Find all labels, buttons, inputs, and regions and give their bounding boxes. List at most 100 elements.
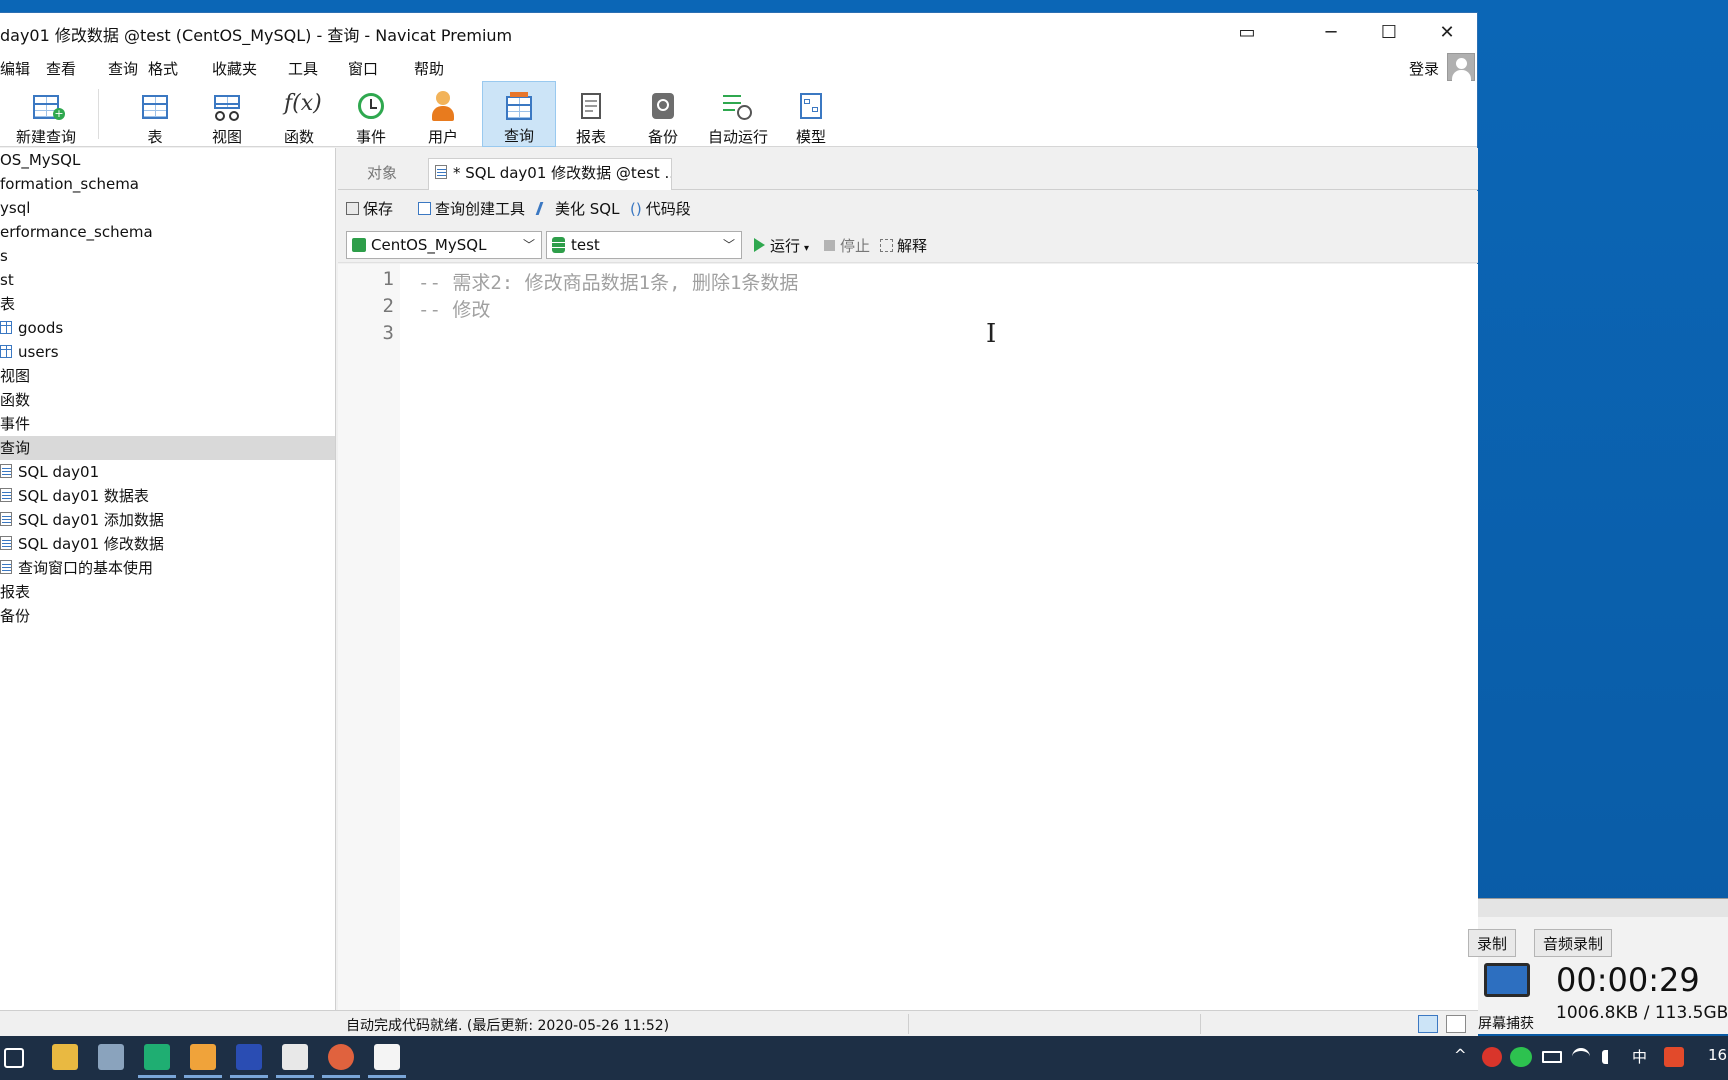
typora-app-icon[interactable] xyxy=(368,1044,406,1078)
tool-user[interactable]: 用户 xyxy=(410,81,476,147)
nav-folder-backups[interactable]: 备份 xyxy=(0,604,335,628)
menu-edit[interactable]: 编辑 xyxy=(0,58,30,79)
run-button[interactable]: 运行 ▾ xyxy=(754,235,809,256)
avatar[interactable] xyxy=(1447,53,1475,81)
nav-table-goods[interactable]: goods xyxy=(0,316,335,340)
record-tray-icon[interactable] xyxy=(1482,1047,1502,1067)
save-button[interactable]: 保存 xyxy=(346,198,393,219)
nav-table-users[interactable]: users xyxy=(0,340,335,364)
nav-item-label: goods xyxy=(18,319,64,337)
close-button[interactable]: ✕ xyxy=(1418,13,1476,51)
file-explorer-icon[interactable] xyxy=(52,1044,78,1070)
object-navigator: OS_MySQL formation_schema ysql erformanc… xyxy=(0,148,336,1023)
nav-folder-views[interactable]: 视图 xyxy=(0,364,335,388)
recording-time: 00:00:29 xyxy=(1556,961,1700,999)
recycle-icon[interactable] xyxy=(98,1044,124,1070)
tool-backup[interactable]: 备份 xyxy=(630,81,696,147)
menu-favorites[interactable]: 收藏夹 xyxy=(212,58,257,79)
nav-query-day01[interactable]: SQL day01 xyxy=(0,460,335,484)
sql-editor[interactable]: 1 2 3 -- 需求2: 修改商品数据1条, 删除1条数据 -- 修改 I xyxy=(338,264,1478,1021)
nav-query-basics[interactable]: 查询窗口的基本使用 xyxy=(0,556,335,580)
chevron-down-icon[interactable]: ▾ xyxy=(804,243,809,254)
nav-db-information-schema[interactable]: formation_schema xyxy=(0,172,335,196)
sogou-ime-icon[interactable] xyxy=(1664,1047,1684,1067)
run-label: 运行 xyxy=(770,237,801,255)
tool-view[interactable]: 视图 xyxy=(194,81,260,147)
navicat-app-icon[interactable] xyxy=(322,1044,360,1078)
nav-folder-tables[interactable]: 表 xyxy=(0,292,335,316)
text-cursor-icon: I xyxy=(986,319,997,349)
battery-icon[interactable] xyxy=(1542,1051,1562,1063)
query-toolbar: 保存 查询创建工具 美化 SQL () 代码段 xyxy=(338,191,1478,223)
tab-query[interactable]: * SQL day01 修改数据 @test ... xyxy=(428,158,672,190)
menu-format[interactable]: 格式 xyxy=(148,58,178,79)
recorder-top-bar[interactable] xyxy=(1478,899,1728,917)
layout-left-panel-icon[interactable] xyxy=(1418,1015,1438,1033)
connection-value: CentOS_MySQL xyxy=(371,236,487,254)
tool-model[interactable]: 模型 xyxy=(778,81,844,147)
nav-connection[interactable]: OS_MySQL xyxy=(0,148,335,172)
tool-query[interactable]: 查询 xyxy=(482,81,556,147)
nav-item-label: SQL day01 添加数据 xyxy=(18,511,164,529)
query-file-icon xyxy=(0,464,12,478)
task-view-icon[interactable] xyxy=(4,1048,24,1068)
beautify-sql-button[interactable]: 美化 SQL xyxy=(535,198,619,219)
query-builder-button[interactable]: 查询创建工具 xyxy=(418,198,525,219)
nav-db-sys[interactable]: s xyxy=(0,244,335,268)
menu-help[interactable]: 帮助 xyxy=(414,58,444,79)
login-link[interactable]: 登录 xyxy=(1409,58,1439,79)
main-toolbar: + 新建查询 表 视图 f(x) 函数 事件 用户 查询 报表 备份 自动运行 … xyxy=(0,81,1477,147)
nav-db-mysql[interactable]: ysql xyxy=(0,196,335,220)
explain-button[interactable]: 解释 xyxy=(880,235,927,256)
tool-event[interactable]: 事件 xyxy=(338,81,404,147)
tray-expand-icon[interactable]: ^ xyxy=(1454,1046,1467,1064)
tool-function[interactable]: f(x) 函数 xyxy=(266,81,332,147)
xmind-app-icon[interactable] xyxy=(138,1044,176,1078)
tool-automation[interactable]: 自动运行 xyxy=(702,81,774,147)
recorder-app-icon[interactable] xyxy=(276,1044,314,1078)
nav-folder-functions[interactable]: 函数 xyxy=(0,388,335,412)
tool-report[interactable]: 报表 xyxy=(558,81,624,147)
nav-query-day01-tables[interactable]: SQL day01 数据表 xyxy=(0,484,335,508)
monitor-icon[interactable] xyxy=(1484,963,1530,997)
line-number: 3 xyxy=(382,322,394,344)
minimize-button[interactable]: ─ xyxy=(1302,13,1360,51)
nav-db-test[interactable]: st xyxy=(0,268,335,292)
save-icon xyxy=(346,202,359,215)
menu-window[interactable]: 窗口 xyxy=(348,58,378,79)
query-file-icon xyxy=(0,512,12,526)
tool-table[interactable]: 表 xyxy=(122,81,188,147)
title-bar[interactable]: day01 修改数据 @test (CentOS_MySQL) - 查询 - N… xyxy=(0,13,1477,51)
new-query-button[interactable]: + 新建查询 xyxy=(8,81,84,147)
nav-item-label: users xyxy=(18,343,59,361)
stop-button[interactable]: 停止 xyxy=(824,235,870,256)
tab-audio-record[interactable]: 音频录制 xyxy=(1534,929,1613,957)
menu-tools[interactable]: 工具 xyxy=(288,58,318,79)
nav-db-performance-schema[interactable]: erformance_schema xyxy=(0,220,335,244)
nav-folder-queries[interactable]: 查询 xyxy=(0,436,335,460)
maximize-button[interactable]: ☐ xyxy=(1360,13,1418,51)
nav-query-day01-update[interactable]: SQL day01 修改数据 xyxy=(0,532,335,556)
powerpoint-app-icon[interactable] xyxy=(230,1044,268,1078)
nav-folder-events[interactable]: 事件 xyxy=(0,412,335,436)
tab-record[interactable]: 录制 xyxy=(1468,929,1517,957)
status-divider xyxy=(1200,1014,1201,1034)
menu-view[interactable]: 查看 xyxy=(46,58,76,79)
ime-indicator[interactable]: 中 xyxy=(1632,1046,1647,1067)
tab-objects[interactable]: 对象 xyxy=(338,160,426,190)
database-select[interactable]: test ﹀ xyxy=(546,231,742,259)
connection-select[interactable]: CentOS_MySQL ﹀ xyxy=(346,231,542,259)
nav-query-day01-insert[interactable]: SQL day01 添加数据 xyxy=(0,508,335,532)
restore-icon[interactable]: ▭ xyxy=(1218,13,1276,51)
layout-right-panel-icon[interactable] xyxy=(1446,1015,1466,1033)
system-clock[interactable]: 16 xyxy=(1708,1046,1727,1064)
code-snippet-button[interactable]: () 代码段 xyxy=(630,198,691,219)
wechat-tray-icon[interactable] xyxy=(1510,1047,1532,1067)
volume-icon[interactable] xyxy=(1602,1050,1618,1064)
virtualbox-app-icon[interactable] xyxy=(184,1044,222,1078)
clock-icon xyxy=(356,91,386,120)
nav-folder-reports[interactable]: 报表 xyxy=(0,580,335,604)
wifi-icon[interactable] xyxy=(1572,1048,1590,1066)
menu-query[interactable]: 查询 xyxy=(108,58,138,79)
tool-model-label: 模型 xyxy=(795,128,826,146)
